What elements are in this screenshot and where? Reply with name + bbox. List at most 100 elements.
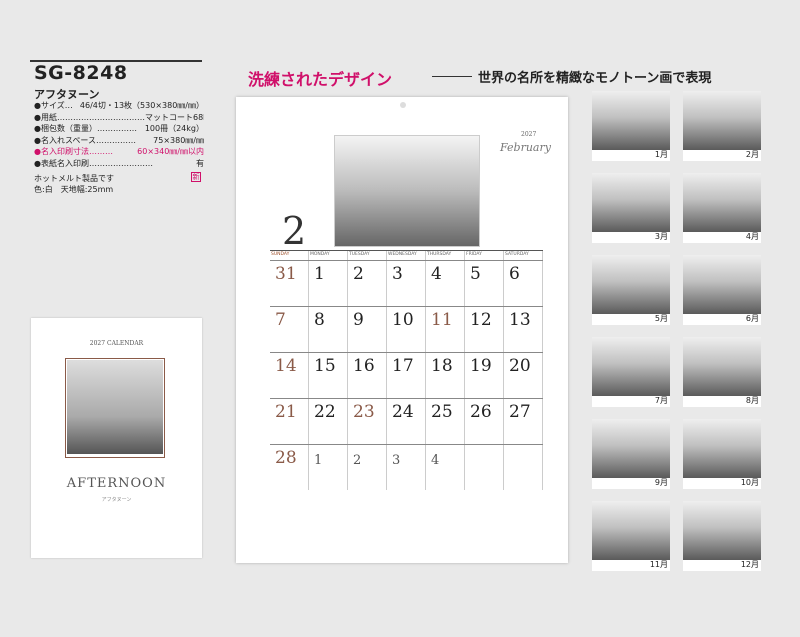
spec-row: ●用紙……………………………マットコート68kg bbox=[34, 112, 204, 122]
calendar-grid: SUNDAY MONDAY TUESDAY WEDNESDAY THURSDAY FRID… bbox=[270, 250, 543, 490]
calendar-day-number: 23 bbox=[353, 402, 375, 422]
thumbnail-month-label: 5月 bbox=[654, 314, 668, 323]
calendar-day-cell: 31 bbox=[270, 261, 309, 306]
calendar-day-number: 9 bbox=[353, 310, 364, 330]
calendar-day-number: 2 bbox=[353, 453, 362, 468]
month-thumbnail: 5月 bbox=[592, 255, 670, 325]
calendar-day-cell bbox=[504, 445, 543, 490]
thumbnail-illustration bbox=[683, 255, 761, 314]
calendar-day-number: 10 bbox=[392, 310, 414, 330]
cover-illustration bbox=[67, 360, 163, 454]
calendar-day-number: 25 bbox=[431, 402, 453, 422]
headline-sub: 世界の名所を精緻なモノトーン画で表現 bbox=[478, 71, 712, 86]
calendar-day-cell: 17 bbox=[387, 353, 426, 398]
cover-calendar-label: 2027 CALENDAR bbox=[89, 340, 144, 347]
calendar-day-number: 15 bbox=[314, 356, 336, 376]
calendar-day-cell: 2 bbox=[348, 261, 387, 306]
calendar-day-number: 8 bbox=[314, 310, 325, 330]
spec-row: ●梱包数（重量）…………… 100冊（24kg） bbox=[34, 124, 204, 133]
thumbnail-month-label: 1月 bbox=[654, 150, 668, 159]
calendar-day-cell: 11 bbox=[426, 307, 465, 352]
thumbnail-month-label: 6月 bbox=[745, 314, 759, 323]
calendar-day-cell: 20 bbox=[504, 353, 543, 398]
calendar-day-number: 28 bbox=[275, 448, 297, 468]
month-thumbnail: 2月 bbox=[683, 91, 761, 161]
headline: 洗練されたデザイン bbox=[248, 70, 393, 89]
cover-title: AFTERNOON bbox=[66, 476, 167, 491]
calendar-day-cell: 9 bbox=[348, 307, 387, 352]
weekday-label: MONDAY bbox=[309, 251, 348, 260]
calendar-week: 28 1 2 3 4 bbox=[270, 444, 543, 490]
calendar-day-cell: 2 bbox=[348, 445, 387, 490]
calendar-day-cell: 28 bbox=[270, 445, 309, 490]
calendar-day-cell: 25 bbox=[426, 399, 465, 444]
calendar-day-cell: 13 bbox=[504, 307, 543, 352]
calendar-week: 7 8 9 10 11 12 13 bbox=[270, 306, 543, 352]
calendar-day-cell: 4 bbox=[426, 445, 465, 490]
calendar-day-cell: 3 bbox=[387, 445, 426, 490]
cover-preview: 2027 CALENDAR AFTERNOON アフタヌーン bbox=[31, 318, 202, 558]
calendar-day-number: 3 bbox=[392, 453, 401, 468]
calendar-day-cell: 14 bbox=[270, 353, 309, 398]
thumbnail-illustration bbox=[683, 337, 761, 396]
calendar-day-number: 20 bbox=[509, 356, 531, 376]
calendar-day-cell: 3 bbox=[387, 261, 426, 306]
calendar-day-number: 21 bbox=[275, 402, 297, 422]
calendar-day-number: 12 bbox=[470, 310, 492, 330]
month-number: 2 bbox=[282, 209, 307, 253]
calendar-day-cell: 16 bbox=[348, 353, 387, 398]
calendar-day-number: 26 bbox=[470, 402, 492, 422]
calendar-year: 2027 bbox=[521, 131, 537, 138]
calendar-day-number: 24 bbox=[392, 402, 414, 422]
spec-row: ●表紙名入印刷…………………… 有 bbox=[34, 158, 204, 168]
thumbnail-illustration bbox=[683, 501, 761, 560]
thumbnail-month-label: 2月 bbox=[745, 150, 759, 159]
thumbnail-illustration bbox=[592, 255, 670, 314]
calendar-day-number: 1 bbox=[314, 453, 323, 468]
thumbnail-month-label: 11月 bbox=[649, 560, 668, 569]
calendar-day-cell: 15 bbox=[309, 353, 348, 398]
calendar-day-number: 7 bbox=[275, 310, 286, 330]
spec-row: ●サイズ… 46/4切・13枚（530×380㎜/㎜） bbox=[34, 101, 204, 110]
thumbnail-illustration bbox=[592, 337, 670, 396]
calendar-day-cell bbox=[465, 445, 504, 490]
thumbnail-month-label: 9月 bbox=[654, 478, 668, 487]
thumbnail-illustration bbox=[592, 501, 670, 560]
spec-row-print-size: ●名入印刷寸法……… 60×340㎜/㎜以内 bbox=[34, 147, 204, 156]
calendar-day-number: 3 bbox=[392, 264, 403, 284]
thumbnail-illustration bbox=[683, 173, 761, 232]
month-thumbnail: 12月 bbox=[683, 501, 761, 571]
weekday-header: SUNDAY MONDAY TUESDAY WEDNESDAY THURSDAY FRID… bbox=[270, 251, 543, 260]
calendar-day-cell: 6 bbox=[504, 261, 543, 306]
thumbnail-illustration bbox=[592, 91, 670, 150]
calendar-day-number: 6 bbox=[509, 264, 520, 284]
weekday-label: THURSDAY bbox=[426, 251, 465, 260]
weekday-label: SATURDAY bbox=[504, 251, 543, 260]
calendar-day-number: 19 bbox=[470, 356, 492, 376]
thumbnail-month-label: 10月 bbox=[740, 478, 759, 487]
calendar-day-cell: 21 bbox=[270, 399, 309, 444]
month-thumbnail: 8月 bbox=[683, 337, 761, 407]
hanging-hole bbox=[400, 102, 406, 108]
calendar-day-number: 4 bbox=[431, 264, 442, 284]
calendar-day-cell: 24 bbox=[387, 399, 426, 444]
month-thumbnail: 1月 bbox=[592, 91, 670, 161]
headline-dash bbox=[432, 76, 472, 77]
spec-list: ●サイズ… 46/4切・13枚（530×380㎜/㎜） ●用紙…………………………… bbox=[34, 100, 204, 169]
month-name: February bbox=[500, 141, 551, 154]
month-thumbnail: 3月 bbox=[592, 173, 670, 243]
calendar-week: 21 22 23 24 25 26 27 bbox=[270, 398, 543, 444]
thumbnail-month-label: 4月 bbox=[745, 232, 759, 241]
calendar-week: 31 1 2 3 4 5 6 bbox=[270, 260, 543, 306]
thumbnail-month-label: 3月 bbox=[654, 232, 668, 241]
calendar-day-number: 1 bbox=[314, 264, 325, 284]
calendar-day-cell: 12 bbox=[465, 307, 504, 352]
calendar-day-number: 11 bbox=[431, 310, 453, 330]
thumbnail-illustration bbox=[683, 419, 761, 478]
month-thumbnail: 11月 bbox=[592, 501, 670, 571]
thumbnail-illustration bbox=[592, 419, 670, 478]
month-thumbnail: 9月 bbox=[592, 419, 670, 489]
calendar-day-cell: 8 bbox=[309, 307, 348, 352]
hotmelt-note: ホットメルト製品です 色:白 天地幅:25mm bbox=[34, 174, 114, 194]
calendar-day-cell: 10 bbox=[387, 307, 426, 352]
